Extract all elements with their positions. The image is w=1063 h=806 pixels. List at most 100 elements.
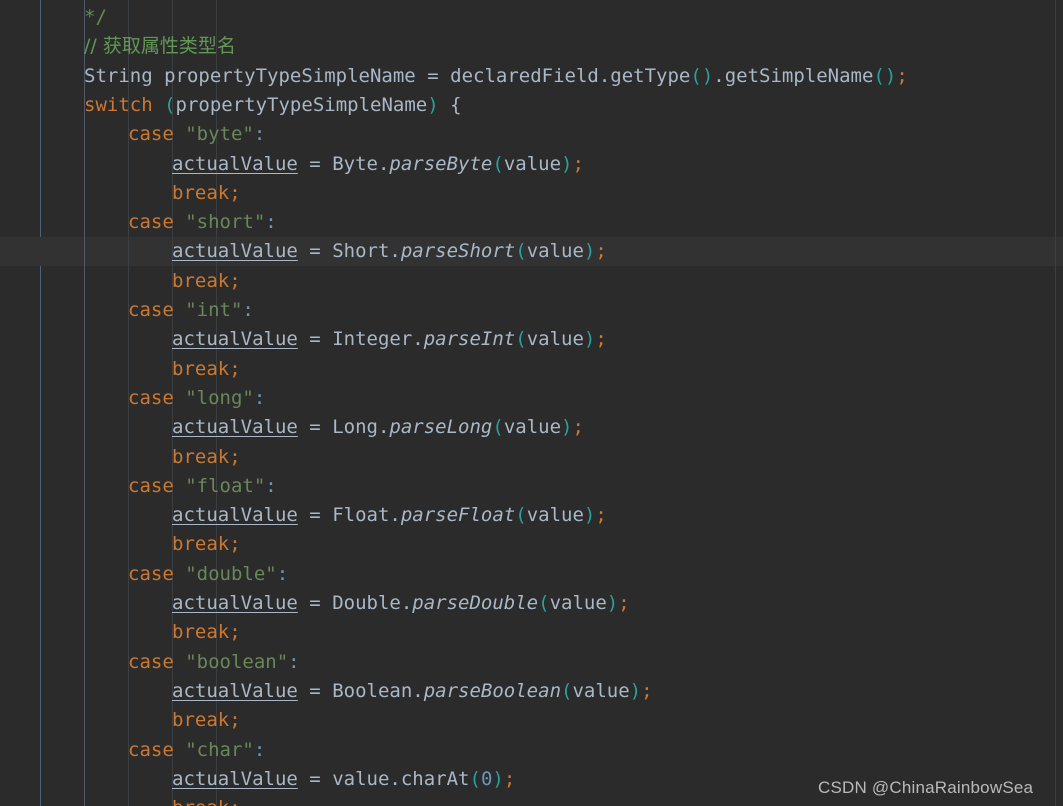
code-token: Short [332, 240, 390, 263]
code-token: ) [583, 240, 596, 263]
code-line[interactable]: break; [0, 443, 1063, 472]
code-line[interactable]: actualValue = Double.parseDouble(value); [0, 589, 1063, 618]
code-line[interactable]: break; [0, 267, 1063, 296]
code-token: ; [572, 152, 584, 175]
code-token: case [128, 123, 174, 146]
code-line[interactable]: actualValue = Integer.parseInt(value); [0, 325, 1063, 354]
code-line[interactable]: case "boolean": [0, 648, 1063, 677]
code-token: : [253, 386, 266, 409]
code-line[interactable]: break; [0, 706, 1063, 735]
code-token: = [309, 767, 321, 790]
code-token: : [253, 123, 266, 146]
code-token: . [598, 64, 611, 87]
code-line[interactable]: break; [0, 179, 1063, 208]
code-token: = [309, 679, 321, 702]
code-token: actualValue [172, 679, 298, 702]
code-token: actualValue [172, 152, 298, 175]
code-line[interactable]: break; [0, 618, 1063, 647]
code-line[interactable]: switch (propertyTypeSimpleName) { [0, 91, 1063, 120]
code-token: Float [332, 504, 390, 527]
code-token: ( [515, 240, 527, 263]
code-token: ) [561, 416, 573, 439]
code-line[interactable]: case "float": [0, 472, 1063, 501]
code-editor[interactable]: */ // 获取属性类型名 String propertyTypeSimpleNam… [0, 0, 1063, 806]
csdn-watermark: CSDN @ChinaRainbowSea [818, 778, 1034, 797]
code-token: "char" [185, 738, 254, 761]
code-token: case [128, 386, 174, 409]
code-token: ; [229, 709, 241, 732]
code-token: "int" [185, 299, 243, 321]
code-token: case [128, 211, 174, 234]
code-token: ; [229, 269, 241, 292]
code-token: . [377, 152, 390, 175]
code-token: parseByte [389, 152, 493, 175]
code-token: case [128, 738, 174, 761]
code-token: parseShort [400, 240, 516, 263]
code-line[interactable]: break; [0, 355, 1063, 384]
code-line[interactable]: */ [0, 3, 1063, 32]
code-token: = [309, 328, 321, 351]
code-line[interactable]: actualValue = Long.parseLong(value); [0, 413, 1063, 442]
code-token: () [873, 64, 897, 87]
code-token: actualValue [172, 416, 298, 439]
code-token: Byte [332, 152, 378, 175]
code-token: ) [606, 592, 619, 614]
code-token: . [713, 64, 725, 87]
code-token: = [309, 592, 321, 614]
code-token: ( [561, 679, 573, 702]
code-token: () [690, 64, 714, 87]
code-token: actualValue [172, 328, 298, 351]
code-token: = [309, 416, 321, 439]
code-token: break [172, 445, 230, 468]
code-line[interactable]: String propertyTypeSimpleName = declared… [0, 62, 1063, 91]
code-line[interactable]: case "int": [0, 296, 1063, 325]
code-token: ; [229, 357, 241, 380]
code-token: ; [503, 767, 516, 790]
code-token: = [309, 240, 321, 263]
code-line[interactable]: case "long": [0, 384, 1063, 413]
code-token: : [253, 738, 266, 761]
code-text-layer[interactable]: */ // 获取属性类型名 String propertyTypeSimpleNam… [0, 0, 1063, 806]
code-token: . [400, 592, 413, 614]
code-token: . [412, 328, 424, 351]
code-line[interactable]: // 获取属性类型名 [0, 32, 1063, 61]
code-token: case [128, 299, 174, 321]
code-token: = [427, 64, 439, 87]
code-token: . [377, 416, 390, 439]
code-line[interactable]: actualValue = Short.parseShort(value); [0, 237, 1063, 266]
code-line[interactable]: actualValue = Boolean.parseBoolean(value… [0, 677, 1063, 706]
code-token: ; [229, 621, 241, 644]
code-token: . [389, 240, 401, 263]
code-token: value [526, 328, 584, 351]
code-token: parseInt [423, 328, 516, 351]
code-token: ; [229, 445, 241, 468]
code-token: ; [641, 679, 653, 702]
code-token: ( [515, 504, 527, 527]
code-token: case [128, 474, 174, 497]
code-line[interactable]: case "double": [0, 560, 1063, 589]
code-token: ; [896, 64, 908, 87]
code-token: getSimpleName [724, 64, 874, 87]
code-token: value [503, 152, 562, 175]
code-line[interactable]: case "short": [0, 208, 1063, 237]
code-line[interactable]: break; [0, 530, 1063, 559]
code-token: ) [583, 328, 596, 351]
code-line[interactable]: actualValue = Float.parseFloat(value); [0, 501, 1063, 530]
code-line[interactable]: case "char": [0, 736, 1063, 765]
code-line[interactable]: actualValue = Byte.parseByte(value); [0, 150, 1063, 179]
code-token: break [172, 269, 230, 292]
code-line[interactable]: case "byte": [0, 120, 1063, 149]
